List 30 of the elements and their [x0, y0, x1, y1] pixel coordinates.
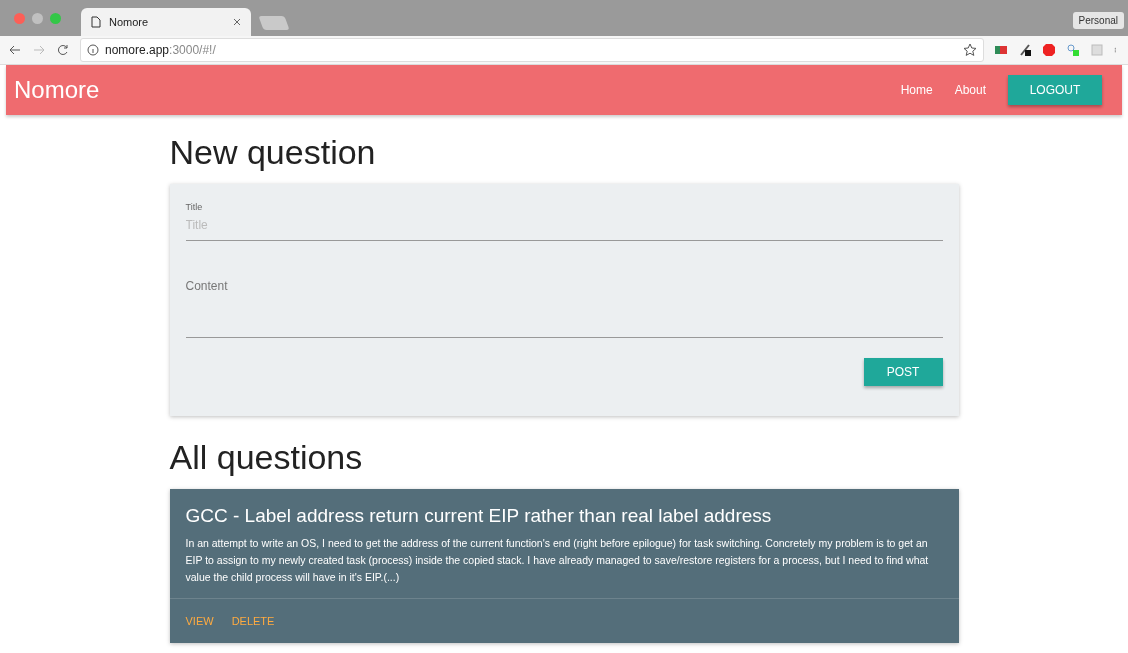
url-text: nomore.app:3000/#!/ — [105, 43, 217, 57]
new-tab-button[interactable] — [258, 16, 290, 30]
browser-tab[interactable]: Nomore — [81, 8, 251, 36]
pen-icon[interactable] — [1018, 43, 1032, 57]
minimize-window-button[interactable] — [32, 12, 43, 24]
logout-button[interactable]: LOGOUT — [1008, 75, 1102, 105]
back-icon[interactable] — [8, 43, 22, 57]
info-icon — [87, 44, 99, 56]
star-icon[interactable] — [963, 43, 977, 57]
brand-title[interactable]: Nomore — [14, 76, 901, 104]
page-icon — [91, 16, 101, 28]
field-label: Content — [185, 279, 229, 293]
address-bar[interactable]: nomore.app:3000/#!/ — [80, 38, 984, 62]
square-icon[interactable] — [1090, 43, 1104, 57]
reload-icon[interactable] — [56, 43, 70, 57]
question-title: GCC - Label address return current EIP rather than real label address — [185, 505, 773, 527]
action-link[interactable]: DELETE — [231, 615, 275, 627]
flag-icon[interactable] — [994, 43, 1008, 57]
stop-sign-icon[interactable] — [1042, 43, 1056, 57]
nav-link[interactable]: About — [954, 83, 986, 97]
action-link[interactable]: VIEW — [185, 615, 214, 627]
nav-link[interactable]: Home — [900, 83, 933, 97]
question-body: In an attempt to write an OS, I need to get the address of the current function's end (right before epilogue) for task switching. Concretely my problem is to get an EIP to assign to my newly created task (process) inside the copied stack. I have already managed to save/restore registers for a process, but I need to find what value the child process will have in it's EIP.(...) — [185, 536, 930, 585]
section-heading: All questions — [169, 438, 364, 477]
post-button[interactable]: POST — [863, 358, 943, 386]
profile-button[interactable]: Personal — [1072, 12, 1124, 29]
forward-icon[interactable] — [32, 43, 46, 57]
section-heading: New question — [169, 133, 377, 172]
field-label: Title — [185, 202, 204, 212]
close-icon[interactable] — [233, 18, 241, 26]
